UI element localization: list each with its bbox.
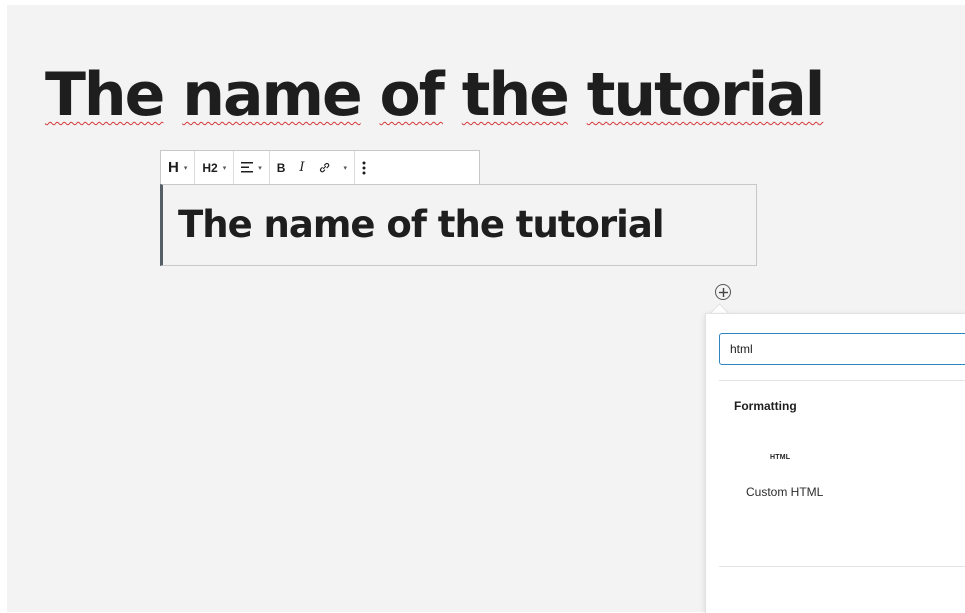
inserter-section-title: Formatting (734, 399, 797, 413)
inserter-toggle-button[interactable] (715, 284, 731, 300)
heading-block[interactable]: The name of the tutorial (160, 184, 757, 266)
divider (719, 380, 965, 381)
block-transform-button[interactable]: H ▾ (161, 151, 194, 184)
title-word: The (45, 60, 165, 130)
toolbar-group-align: ▾ (234, 151, 270, 184)
html-icon: HTML (770, 454, 791, 461)
link-button[interactable] (312, 151, 337, 184)
italic-label: I (299, 160, 305, 175)
post-title[interactable]: The name of the tutorial (45, 53, 826, 137)
chevron-down-icon: ▾ (222, 164, 227, 172)
toolbar-group-more (355, 151, 373, 184)
chevron-down-icon: ▾ (258, 164, 262, 172)
block-toolbar: H ▾ H2 ▾ ▾ B I ▾ (160, 150, 480, 184)
align-left-icon (241, 162, 254, 173)
heading-level-label: H2 (202, 160, 218, 175)
divider (719, 566, 965, 567)
link-icon (319, 162, 329, 173)
title-word: name (182, 60, 362, 130)
chevron-down-icon: ▾ (183, 164, 188, 172)
title-word: the (461, 60, 570, 130)
chevron-down-icon: ▾ (343, 164, 348, 172)
title-word: of (379, 60, 445, 130)
plus-icon (718, 287, 728, 297)
custom-html-block-item[interactable]: HTML Custom HTML (730, 442, 824, 508)
block-type-label: H (168, 159, 179, 176)
more-options-button[interactable] (355, 151, 373, 184)
bold-button[interactable]: B (270, 151, 293, 184)
block-inserter-popover: Formatting HTML Custom HTML (705, 313, 965, 613)
block-item-label: Custom HTML (746, 485, 824, 499)
align-button[interactable]: ▾ (234, 151, 269, 184)
toolbar-group-format: B I ▾ (270, 151, 356, 184)
vertical-ellipsis-icon (362, 161, 366, 174)
title-word: tutorial (586, 60, 826, 130)
more-formats-button[interactable]: ▾ (337, 151, 355, 184)
toolbar-group-level: H2 ▾ (195, 151, 235, 184)
italic-button[interactable]: I (292, 151, 311, 184)
heading-level-button[interactable]: H2 ▾ (195, 151, 233, 184)
toolbar-group-transform: H ▾ (161, 151, 196, 184)
heading-text[interactable]: The name of the tutorial (178, 203, 665, 247)
block-search-input[interactable] (719, 333, 965, 365)
bold-label: B (276, 160, 286, 175)
